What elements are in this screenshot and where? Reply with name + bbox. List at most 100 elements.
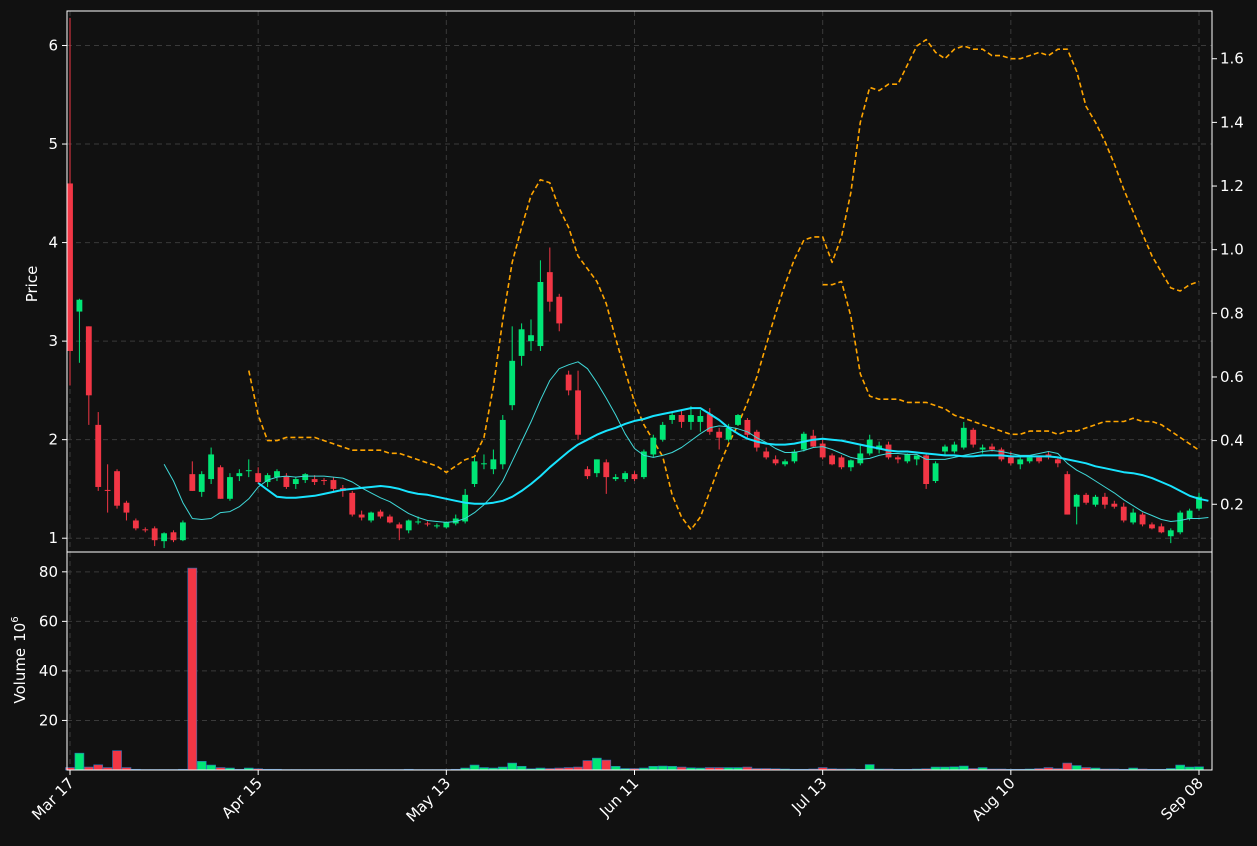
candle-body xyxy=(593,459,600,474)
candle-body xyxy=(857,453,864,464)
volume-bar xyxy=(958,765,969,771)
price-tick-label: 1 xyxy=(48,529,58,547)
candle-body xyxy=(358,514,365,518)
candle-body xyxy=(669,415,676,420)
secondary-tick-label: 0.4 xyxy=(1220,432,1244,450)
secondary-tick-label: 1.6 xyxy=(1220,50,1244,68)
volume-bar xyxy=(1071,765,1082,771)
date-tick-label: Mar 17 xyxy=(28,774,78,824)
candle-body xyxy=(960,427,967,448)
candle-body xyxy=(236,473,243,477)
candle-body xyxy=(245,470,252,472)
candle-body xyxy=(1111,503,1118,507)
price-panel xyxy=(67,17,1209,549)
secondary-tick-label: 0.2 xyxy=(1220,495,1244,513)
volume-bar xyxy=(112,750,122,771)
volume-bar xyxy=(206,764,216,771)
secondary-tick-label: 0.8 xyxy=(1220,304,1244,322)
volume-bar xyxy=(469,764,480,771)
candle-body xyxy=(1167,530,1174,537)
candle-body xyxy=(368,512,374,521)
volume-bar xyxy=(187,567,198,771)
candle-body xyxy=(904,454,911,462)
candle-body xyxy=(311,479,318,483)
candle-body xyxy=(151,528,158,541)
volume-bar xyxy=(592,757,602,771)
volume-bar xyxy=(610,765,621,771)
candle-body xyxy=(142,529,149,531)
candle-body xyxy=(76,299,83,312)
candle-body xyxy=(603,462,610,478)
candle-body xyxy=(838,457,845,468)
candle-body xyxy=(170,532,177,541)
candle-body xyxy=(1083,494,1090,503)
price-tick-label: 6 xyxy=(48,36,58,54)
candle-body xyxy=(1158,526,1165,533)
chart-svg: 1 2 3 4 5 6 0.2 0.4 0.6 0.8 1.0 1.2 1.4 1.6 20 40 60 80 Ma… xyxy=(10,10,1244,826)
candle-body xyxy=(650,437,657,455)
candle-body xyxy=(772,459,779,464)
candle-body xyxy=(321,480,327,482)
candle-body xyxy=(970,429,977,445)
candle-body xyxy=(499,419,506,465)
candle-body xyxy=(471,461,478,485)
date-tick-label: Jul 13 xyxy=(787,774,830,817)
candle-body xyxy=(631,474,638,480)
candle-body xyxy=(1130,512,1137,523)
candle-body xyxy=(198,474,205,492)
candle-body xyxy=(735,415,741,425)
date-tick-label: Apr 15 xyxy=(218,774,266,822)
candle-body xyxy=(95,424,102,487)
volume-tick-label: 40 xyxy=(39,662,58,680)
secondary-tick-label: 0.6 xyxy=(1220,368,1244,386)
volume-bar xyxy=(1062,762,1073,771)
volume-tick-label: 60 xyxy=(39,612,58,630)
candlestick-chart: 1 2 3 4 5 6 0.2 0.4 0.6 0.8 1.0 1.2 1.4 1.6 20 40 60 80 Ma… xyxy=(0,0,1257,842)
candle-body xyxy=(942,446,948,452)
secondary-line xyxy=(248,38,1200,531)
volume-bar xyxy=(74,752,85,771)
candle-body xyxy=(189,474,196,491)
candle-body xyxy=(556,296,563,324)
candle-body xyxy=(227,477,233,499)
candle-body xyxy=(989,446,995,450)
candle-body xyxy=(763,451,770,458)
candle-body xyxy=(349,492,356,515)
price-panel-frame xyxy=(66,10,1213,553)
candle-body xyxy=(678,415,685,422)
candle-body xyxy=(697,416,704,422)
candle-body xyxy=(584,469,591,477)
secondary-tick-label: 1.2 xyxy=(1220,177,1244,195)
volume-tick-label: 80 xyxy=(39,563,58,581)
volume-bar xyxy=(667,765,677,771)
candle-body xyxy=(1073,494,1080,507)
candle-body xyxy=(386,516,393,523)
candle-body xyxy=(1036,457,1042,462)
candle-body xyxy=(829,455,835,465)
candle-body xyxy=(330,480,337,489)
candle-body xyxy=(528,335,534,342)
axes: 1 2 3 4 5 6 0.2 0.4 0.6 0.8 1.0 1.2 1.4 1.6 20 40 60 80 Ma… xyxy=(28,10,1244,826)
candle-body xyxy=(104,489,111,491)
candle-body xyxy=(255,473,262,483)
candle-body xyxy=(67,183,73,351)
candle-body xyxy=(85,326,92,396)
candle-body xyxy=(208,454,215,480)
candle-body xyxy=(782,461,788,465)
candle-body xyxy=(179,522,186,541)
candle-body xyxy=(546,272,553,302)
candle-body xyxy=(302,474,309,481)
candle-body xyxy=(659,424,666,440)
volume-bar xyxy=(648,765,659,771)
candle-body xyxy=(847,460,854,468)
price-tick-label: 4 xyxy=(48,234,58,252)
candle-body xyxy=(1102,496,1108,505)
candle-body xyxy=(377,511,384,517)
candle-body xyxy=(490,459,497,470)
candle-body xyxy=(161,533,167,542)
candle-body xyxy=(565,374,572,391)
candle-body xyxy=(123,502,130,513)
volume-bar xyxy=(516,765,527,771)
volume-axis-label: Volume 106 xyxy=(10,616,29,703)
date-tick-label: May 13 xyxy=(403,774,455,826)
